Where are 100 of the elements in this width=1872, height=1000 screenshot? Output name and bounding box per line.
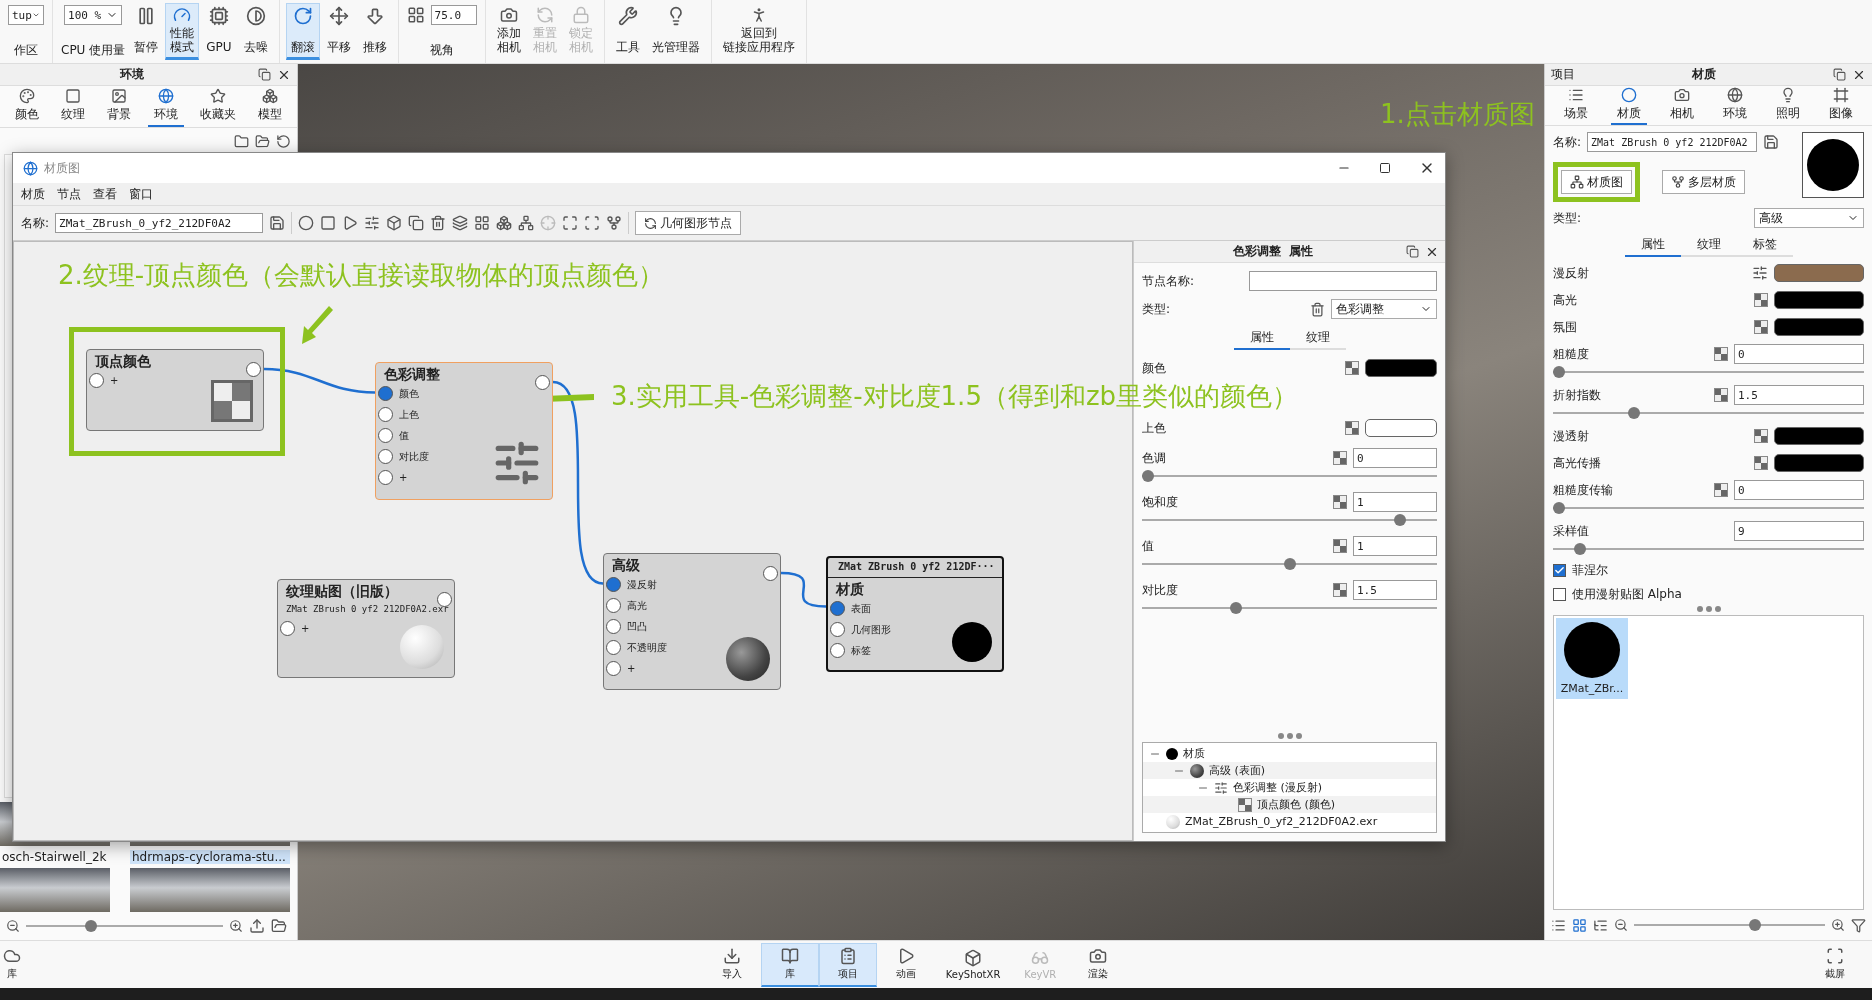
circle-icon[interactable] bbox=[298, 215, 315, 231]
color-swatch[interactable] bbox=[1774, 318, 1864, 336]
output-port[interactable] bbox=[437, 592, 452, 607]
frame-icon[interactable] bbox=[584, 215, 601, 231]
tab[interactable]: 颜色 bbox=[9, 86, 46, 127]
sliders-icon[interactable] bbox=[1752, 265, 1768, 281]
toolbar-button[interactable]: 去噪 bbox=[238, 3, 273, 60]
toolbar-button[interactable]: 推移 bbox=[357, 3, 392, 60]
save-icon[interactable] bbox=[269, 215, 286, 231]
color-swatch[interactable] bbox=[1774, 291, 1864, 309]
toolbar-button[interactable]: 项目 bbox=[818, 942, 877, 987]
input-port[interactable] bbox=[378, 407, 393, 422]
dropdown[interactable]: 高级 bbox=[1754, 208, 1864, 228]
slider-thumb[interactable] bbox=[85, 920, 98, 932]
color-swatch[interactable] bbox=[1365, 359, 1437, 377]
zoom-in-icon[interactable] bbox=[229, 919, 243, 933]
tab[interactable]: 背景 bbox=[101, 86, 138, 127]
slider-thumb[interactable] bbox=[1553, 502, 1565, 514]
menu-item[interactable]: 窗口 bbox=[125, 185, 157, 203]
splitter-handle[interactable] bbox=[1695, 605, 1722, 613]
tab[interactable]: 纹理 bbox=[1680, 234, 1737, 257]
thumbnail-label[interactable]: osch-Stairwell_2k bbox=[0, 850, 110, 864]
tab[interactable]: 纹理 bbox=[1289, 327, 1346, 350]
play-icon[interactable] bbox=[342, 215, 359, 231]
input-port[interactable] bbox=[89, 373, 104, 388]
number-field[interactable]: 9 bbox=[1734, 521, 1864, 541]
color-swatch[interactable] bbox=[1774, 264, 1864, 282]
float-icon[interactable] bbox=[1406, 245, 1419, 258]
square-icon[interactable] bbox=[320, 215, 337, 231]
color-swatch[interactable] bbox=[1774, 427, 1864, 445]
tab[interactable]: 纹理 bbox=[55, 86, 92, 127]
toolbar-button[interactable]: 光管理器 bbox=[646, 3, 705, 60]
input-port[interactable] bbox=[606, 661, 621, 676]
zoom-out-icon[interactable] bbox=[6, 919, 20, 933]
toolbar-button[interactable]: 性能 模式 bbox=[165, 3, 200, 60]
toolbar-button[interactable]: 库 bbox=[760, 942, 819, 987]
graph-node[interactable]: 顶点颜色 + bbox=[86, 349, 264, 431]
toolbar-button[interactable]: 添加 相机 bbox=[491, 3, 526, 60]
layers-icon[interactable] bbox=[452, 215, 469, 231]
graph-button[interactable]: 材质图 bbox=[1561, 170, 1632, 194]
toolbar-button[interactable]: 返回到 链接应用程序 bbox=[717, 3, 800, 60]
geometry-node-button[interactable]: 几何图形节点 bbox=[635, 211, 742, 235]
box-icon[interactable] bbox=[386, 215, 403, 231]
slider-thumb[interactable] bbox=[1627, 407, 1640, 419]
output-port[interactable] bbox=[763, 566, 778, 581]
filter-icon[interactable] bbox=[1851, 917, 1866, 933]
tab[interactable]: 材质 bbox=[1610, 86, 1647, 125]
toolbar-button[interactable]: GPU bbox=[201, 3, 237, 60]
input-port[interactable] bbox=[378, 386, 393, 401]
tab[interactable]: 模型 bbox=[251, 86, 288, 127]
tree-item[interactable]: ZMat_ZBrush_0_yf2_212DF0A2.exr bbox=[1185, 815, 1378, 828]
node-name-field[interactable] bbox=[1249, 271, 1437, 291]
tab[interactable]: 图像 bbox=[1823, 86, 1860, 125]
graph-node[interactable]: 高级 漫反射 高光 凹凸 不透明度 + bbox=[603, 553, 781, 690]
input-port[interactable] bbox=[830, 622, 845, 637]
cubes-icon[interactable] bbox=[496, 215, 513, 231]
dropdown[interactable]: 100 % bbox=[64, 5, 123, 25]
tree-item[interactable]: 材质 bbox=[1183, 746, 1205, 761]
output-port[interactable] bbox=[246, 362, 261, 377]
input-port[interactable] bbox=[378, 470, 393, 485]
tab[interactable]: 场景 bbox=[1557, 86, 1594, 125]
float-icon[interactable] bbox=[258, 68, 271, 81]
number-field[interactable]: 1 bbox=[1353, 492, 1437, 512]
number-field[interactable]: 75.0 bbox=[430, 5, 477, 25]
input-port[interactable] bbox=[606, 619, 621, 634]
name-field[interactable]: ZMat_ZBrush_0_yf2_212DF0A2 bbox=[55, 213, 264, 233]
slider-thumb[interactable] bbox=[1553, 366, 1565, 378]
splitter-handle[interactable] bbox=[1276, 732, 1303, 740]
grid-icon[interactable] bbox=[1572, 917, 1587, 933]
list-icon[interactable] bbox=[1551, 917, 1566, 933]
toolbar-button[interactable]: 导入 bbox=[702, 942, 761, 987]
fork-icon[interactable] bbox=[606, 215, 623, 231]
slider-thumb[interactable] bbox=[1393, 514, 1406, 526]
number-field[interactable]: 1 bbox=[1353, 536, 1437, 556]
thumbnail-label[interactable]: hdrmaps-cyclorama-stu... bbox=[130, 850, 290, 864]
fit-icon[interactable] bbox=[562, 215, 579, 231]
toolbar-button[interactable]: KeyShotXR bbox=[934, 942, 1012, 987]
toolbar-button[interactable]: 动画 bbox=[876, 942, 935, 987]
zoom-out-icon[interactable] bbox=[1614, 918, 1628, 932]
toolbar-button[interactable]: 截屏 bbox=[1806, 946, 1864, 983]
color-swatch[interactable] bbox=[1774, 454, 1864, 472]
tab[interactable]: 环境 bbox=[1717, 86, 1754, 125]
input-port[interactable] bbox=[378, 428, 393, 443]
graph-node[interactable]: 纹理贴图（旧版） ZMat ZBrush 0 yf2 212DF0A2.exr + bbox=[277, 579, 455, 678]
dropdown[interactable]: 色彩调整 bbox=[1331, 299, 1437, 319]
float-icon[interactable] bbox=[1833, 68, 1846, 81]
graph-node[interactable]: 色彩调整 颜色 上色 值 对比度 + bbox=[375, 362, 553, 500]
toolbar-button[interactable]: 翻滚 bbox=[285, 3, 320, 60]
tab[interactable]: 环境 bbox=[147, 86, 184, 127]
number-field[interactable]: 0 bbox=[1734, 344, 1864, 364]
menu-item[interactable]: 节点 bbox=[53, 185, 85, 203]
output-port[interactable] bbox=[535, 375, 550, 390]
toolbar-button[interactable]: 暂停 bbox=[129, 3, 164, 60]
toolbar-button[interactable]: 渲染 bbox=[1069, 942, 1128, 987]
trash-icon[interactable] bbox=[1310, 301, 1325, 317]
folder-icon[interactable] bbox=[234, 133, 249, 149]
number-field[interactable]: 1.5 bbox=[1734, 385, 1864, 405]
input-port[interactable] bbox=[606, 577, 621, 592]
maximize-icon[interactable] bbox=[1379, 162, 1391, 174]
input-port[interactable] bbox=[830, 601, 845, 616]
